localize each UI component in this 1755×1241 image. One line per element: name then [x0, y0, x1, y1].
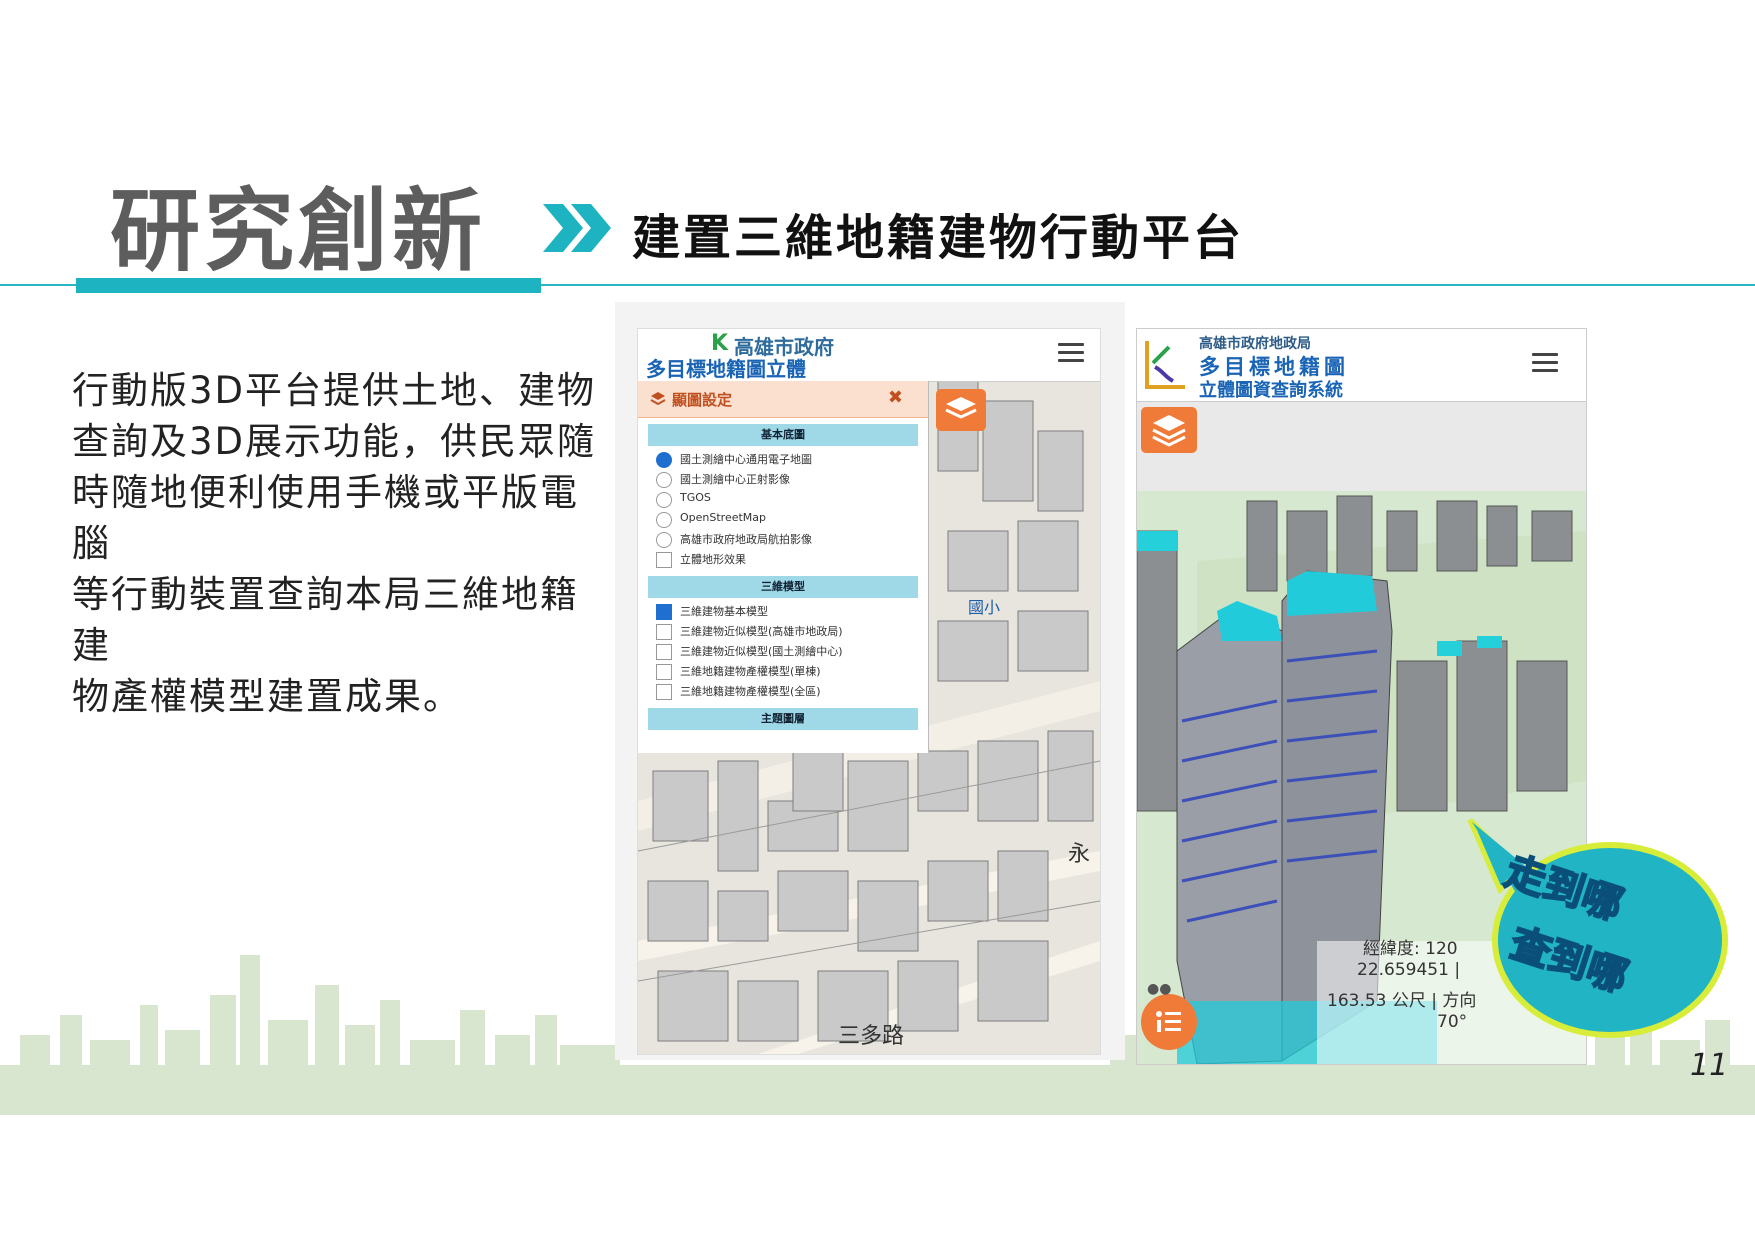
- checkbox-option[interactable]: 三維建物近似模型(國土測繪中心): [656, 640, 928, 660]
- section-thematic-layers: 主題圖層: [648, 708, 918, 730]
- option-label: TGOS: [680, 491, 711, 504]
- checkbox-icon[interactable]: [656, 664, 672, 680]
- close-icon[interactable]: ✖: [888, 387, 903, 408]
- radio-option[interactable]: 國土測繪中心正射影像: [656, 468, 928, 488]
- radio-option[interactable]: 國土測繪中心通用電子地圖: [656, 448, 928, 468]
- layers-icon: [1152, 415, 1186, 447]
- option-label: 三維地籍建物產權模型(單棟): [680, 665, 821, 678]
- info-list-button[interactable]: [1141, 994, 1197, 1050]
- panel-header: 顯圖設定 ✖: [638, 381, 928, 418]
- coord-line: 經緯度: 120: [1363, 939, 1458, 959]
- title-accent-bar: [76, 278, 541, 293]
- coord-line: 22.659451 |: [1357, 960, 1461, 980]
- slide-subtitle: 建置三維地籍建物行動平台: [632, 210, 1245, 266]
- hamburger-menu-icon[interactable]: [1058, 343, 1084, 367]
- map-label-street: 永: [1068, 842, 1090, 867]
- option-label: 國土測繪中心通用電子地圖: [680, 453, 812, 466]
- map-label-school: 國小: [968, 598, 1000, 617]
- layers-icon: [945, 397, 977, 419]
- checkbox-icon[interactable]: [656, 552, 672, 568]
- dots-icon[interactable]: ●●: [1147, 981, 1171, 997]
- option-label: 三維建物近似模型(國土測繪中心): [680, 645, 843, 658]
- slide-title: 研究創新: [110, 179, 486, 284]
- option-label: 高雄市政府地政局航拍影像: [680, 533, 812, 546]
- option-label: 三維建物近似模型(高雄市地政局): [680, 625, 843, 638]
- map-settings-panel: 顯圖設定 ✖ 基本底圖 國土測繪中心通用電子地圖 國土測繪中心正射影像 TGOS…: [638, 381, 929, 753]
- double-chevron-icon: [543, 200, 613, 260]
- map-label-road: 三多路: [838, 1024, 904, 1049]
- layers-button[interactable]: [1141, 407, 1197, 453]
- description-line: 時隨地便利使用手機或平版電腦: [72, 471, 579, 565]
- page-number: 11: [1690, 1048, 1729, 1083]
- app-header: 高雄市政府地政局 多目標地籍圖 立體圖資查詢系統: [1137, 329, 1586, 402]
- option-label: 三維地籍建物產權模型(全區): [680, 685, 821, 698]
- system-name: 多目標地籍圖立體: [646, 357, 806, 381]
- description-line: 物產權模型建置成果。: [72, 675, 462, 718]
- radio-selected-icon[interactable]: [656, 452, 672, 468]
- option-label: 國土測繪中心正射影像: [680, 473, 790, 486]
- phone-left-screen: 高雄市府教育局 永 三多路 國小 K 高雄市政府 多目標地籍圖立體 顯圖設定 ✖…: [637, 328, 1101, 1055]
- section-base-map: 基本底圖: [648, 424, 918, 446]
- description: 行動版3D平台提供土地、建物 查詢及3D展示功能，供民眾隨 時隨地便利使用手機或…: [72, 365, 607, 722]
- option-label: OpenStreetMap: [680, 511, 767, 524]
- checkbox-option[interactable]: 三維地籍建物產權模型(全區): [656, 680, 928, 700]
- radio-icon[interactable]: [656, 492, 672, 508]
- list-icon: [1156, 1011, 1181, 1032]
- hamburger-menu-icon[interactable]: [1532, 353, 1558, 377]
- description-line: 等行動裝置查詢本局三維地籍建: [72, 573, 579, 667]
- app-header: K 高雄市政府 多目標地籍圖立體: [638, 329, 1100, 382]
- layers-icon: [650, 392, 666, 406]
- logo-icon: [1145, 341, 1185, 389]
- option-label: 三維建物基本模型: [680, 605, 768, 618]
- radio-icon[interactable]: [656, 472, 672, 488]
- checkbox-icon[interactable]: [656, 624, 672, 640]
- panel-title: 顯圖設定: [672, 391, 733, 409]
- layers-button[interactable]: [936, 389, 986, 431]
- description-line: 查詢及3D展示功能，供民眾隨: [72, 420, 597, 463]
- checkbox-icon[interactable]: [656, 684, 672, 700]
- radio-option[interactable]: 高雄市政府地政局航拍影像: [656, 528, 928, 548]
- radio-option[interactable]: OpenStreetMap: [656, 508, 928, 528]
- checkbox-option[interactable]: 三維建物基本模型: [656, 600, 928, 620]
- coord-line: 163.53 公尺 | 方向: [1327, 991, 1477, 1011]
- checkbox-icon[interactable]: [656, 644, 672, 660]
- radio-option[interactable]: TGOS: [656, 488, 928, 508]
- checkbox-option[interactable]: 三維地籍建物產權模型(單棟): [656, 660, 928, 680]
- checkbox-option[interactable]: 三維建物近似模型(高雄市地政局): [656, 620, 928, 640]
- radio-icon[interactable]: [656, 532, 672, 548]
- checkbox-option[interactable]: 立體地形效果: [656, 548, 928, 568]
- option-label: 立體地形效果: [680, 553, 746, 566]
- org-name: 高雄市政府地政局: [1199, 336, 1311, 352]
- checkbox-checked-icon[interactable]: [656, 604, 672, 620]
- system-name-line2: 立體圖資查詢系統: [1199, 380, 1343, 401]
- description-line: 行動版3D平台提供土地、建物: [72, 369, 597, 412]
- section-3d-models: 三維模型: [648, 576, 918, 598]
- radio-icon[interactable]: [656, 512, 672, 528]
